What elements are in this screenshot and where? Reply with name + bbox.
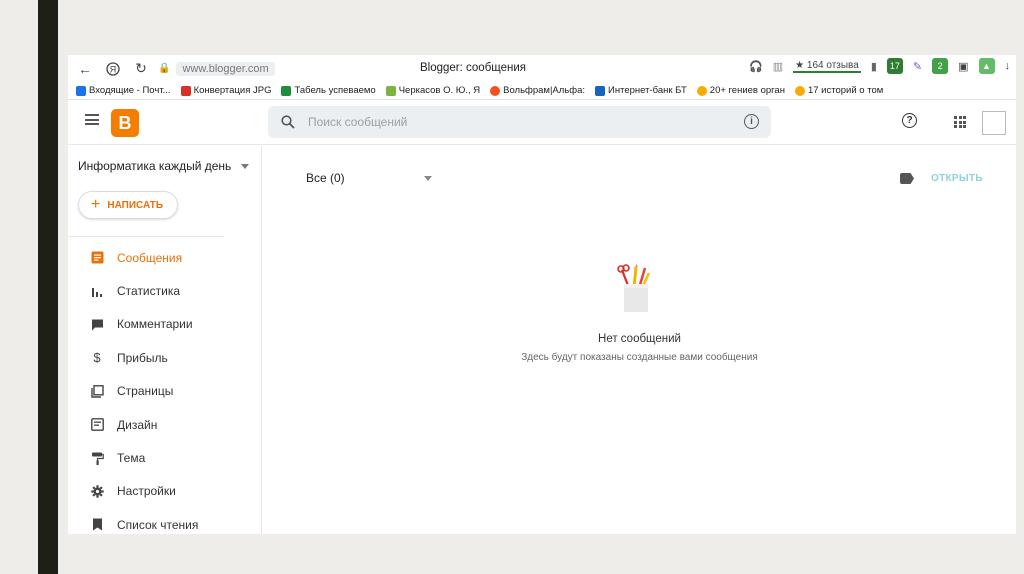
paint-roller-icon xyxy=(90,451,104,465)
sidebar-divider xyxy=(68,236,224,237)
address-bar[interactable]: 🔒 www.blogger.com xyxy=(158,61,275,76)
sidebar-item-posts[interactable]: Сообщения xyxy=(68,241,262,274)
info-icon[interactable]: i xyxy=(744,114,759,129)
bookmark-item[interactable]: 17 историй о том xyxy=(794,85,883,96)
bookmark-item[interactable]: Черкасов О. Ю., Я xyxy=(385,85,480,96)
lock-icon: 🔒 xyxy=(158,63,171,74)
new-post-button[interactable]: + НАПИСАТЬ xyxy=(78,191,179,219)
search-icon[interactable] xyxy=(281,115,295,129)
toolbar-right: 🎧 ▥ ★ 164 отзыва ▮ 17 ✎ 2 ▣ ▲ ↓ xyxy=(749,58,1010,74)
sidebar-item-label: Комментарии xyxy=(117,317,193,332)
pencil-cup-icon xyxy=(617,264,651,312)
bookmark-item[interactable]: Табель успеваемо xyxy=(281,85,376,96)
sidebar-item-layout[interactable]: Дизайн xyxy=(68,408,262,441)
empty-state-title: Нет сообщений xyxy=(598,333,681,345)
sidebar: Информатика каждый день + НАПИСАТЬ Сообщ… xyxy=(68,146,262,534)
svg-text:Я: Я xyxy=(110,64,117,74)
avatar[interactable] xyxy=(982,111,1006,135)
page-title: Blogger: сообщения xyxy=(420,62,527,74)
hamburger-menu-icon[interactable] xyxy=(85,114,99,125)
label-icon[interactable] xyxy=(900,173,914,184)
help-icon[interactable]: ? xyxy=(902,113,917,128)
posts-icon xyxy=(90,251,104,265)
sidebar-item-label: Сообщения xyxy=(117,250,183,265)
bookmark-item[interactable]: Вольфрам|Альфа: xyxy=(490,85,585,96)
sidebar-nav: Сообщения Статистика Комментарии $ Прибы… xyxy=(68,241,262,534)
layout-icon xyxy=(90,418,104,432)
bookmark-item[interactable]: Входящие - Почт... xyxy=(76,85,171,96)
headphones-icon[interactable]: 🎧 xyxy=(749,60,763,73)
bookmark-item[interactable]: Конвертация JPG xyxy=(180,85,271,96)
sidebar-item-label: Тема xyxy=(117,451,146,466)
image-extension-icon[interactable]: ▲ xyxy=(978,58,995,74)
empty-state-subtitle: Здесь будут показаны созданные вами сооб… xyxy=(521,352,758,363)
article-icon xyxy=(794,85,805,96)
plus-icon: + xyxy=(91,196,101,213)
blog-selector[interactable]: Информатика каждый день xyxy=(78,159,250,173)
slide-left-bar xyxy=(38,0,58,574)
sidebar-item-comments[interactable]: Комментарии xyxy=(68,308,262,341)
heart-icon xyxy=(180,85,191,96)
sidebar-item-pages[interactable]: Страницы xyxy=(68,375,262,408)
reviews-badge[interactable]: ★ 164 отзыва xyxy=(793,60,861,73)
search-input[interactable] xyxy=(308,106,728,138)
browser-toolbar: ← Я ↻ 🔒 www.blogger.com Blogger: сообщен… xyxy=(68,55,1016,82)
browser-window: ← Я ↻ 🔒 www.blogger.com Blogger: сообщен… xyxy=(68,55,1016,534)
open-button[interactable]: ОТКРЫТЬ xyxy=(931,173,983,184)
comments-icon xyxy=(90,317,104,331)
chevron-down-icon xyxy=(241,163,250,169)
sidebar-item-label: Страницы xyxy=(117,384,174,399)
app-header: B i ? xyxy=(68,101,1016,145)
bookmark-icon[interactable]: ▮ xyxy=(871,60,877,73)
new-post-label: НАПИСАТЬ xyxy=(107,199,164,211)
sidebar-item-stats[interactable]: Статистика xyxy=(68,274,262,307)
sidebar-item-label: Дизайн xyxy=(117,417,158,432)
bank-icon xyxy=(595,85,605,96)
pen-icon[interactable]: ✎ xyxy=(913,60,922,73)
sidebar-item-theme[interactable]: Тема xyxy=(68,441,262,474)
blog-name: Информатика каждый день xyxy=(78,159,232,173)
sidebar-item-label: Список чтения xyxy=(117,517,199,532)
stats-icon xyxy=(90,284,104,298)
sidebar-item-label: Настройки xyxy=(117,484,176,499)
clipboard-icon[interactable]: ▣ xyxy=(958,60,968,73)
mail-icon xyxy=(76,85,86,96)
extension-1-icon[interactable]: 17 xyxy=(886,58,903,74)
url-text[interactable]: www.blogger.com xyxy=(176,61,275,76)
blogger-logo[interactable]: B xyxy=(111,109,139,137)
back-icon[interactable]: ← xyxy=(74,58,96,80)
reload-icon[interactable]: ↻ xyxy=(130,58,152,80)
sidebar-item-earnings[interactable]: $ Прибыль xyxy=(68,341,262,374)
apps-grid-icon[interactable] xyxy=(954,116,966,128)
search-bar: i xyxy=(268,106,771,138)
bookmark-item[interactable]: 20+ гениев орган xyxy=(696,85,785,96)
site-icon xyxy=(385,85,396,96)
settings-icon xyxy=(90,484,104,498)
earnings-icon: $ xyxy=(93,350,101,366)
download-icon[interactable]: ↓ xyxy=(1005,60,1011,72)
reader-icon[interactable]: ▥ xyxy=(773,60,783,73)
yandex-icon[interactable]: Я xyxy=(102,58,124,80)
main-content: Все (0) ОТКРЫТЬ Нет сообщений Здесь буду… xyxy=(263,146,1016,534)
sheet-icon xyxy=(281,85,292,96)
bookmarks-bar: Входящие - Почт... Конвертация JPG Табел… xyxy=(68,82,1016,100)
sidebar-item-label: Статистика xyxy=(117,284,181,299)
wolfram-icon xyxy=(490,85,501,96)
sidebar-item-settings[interactable]: Настройки xyxy=(68,475,262,508)
bookmark-icon xyxy=(90,518,104,532)
article-icon xyxy=(696,85,707,96)
sidebar-item-reading-list[interactable]: Список чтения xyxy=(68,508,262,534)
bookmark-item[interactable]: Интернет-банк БТ xyxy=(595,85,687,96)
extension-2-icon[interactable]: 2 xyxy=(932,58,949,74)
sidebar-item-label: Прибыль xyxy=(117,350,168,365)
chevron-down-icon[interactable] xyxy=(424,176,432,181)
posts-filter-dropdown[interactable]: Все (0) xyxy=(306,171,345,185)
pages-icon xyxy=(90,384,104,398)
